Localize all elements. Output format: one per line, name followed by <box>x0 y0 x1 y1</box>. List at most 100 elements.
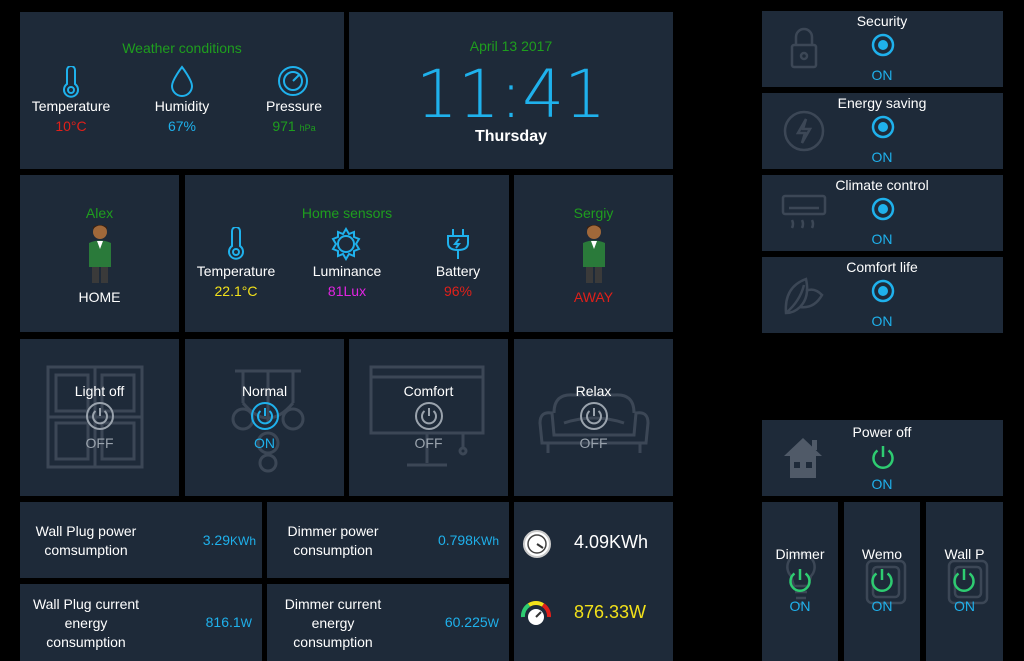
mode-state: ON <box>871 67 893 83</box>
person-status: AWAY <box>573 289 614 305</box>
sensor-battery-label: Battery <box>435 263 481 279</box>
energy-tile-dimmer-power: Dimmer power consumption 0.798KWh <box>267 502 509 578</box>
mode-label: Comfort life <box>846 259 918 275</box>
energy-label: Dimmer current energy consumption <box>267 595 399 652</box>
device-state: ON <box>789 598 811 614</box>
energy-label: Wall Plug current energy consumption <box>20 595 152 652</box>
scene-label: Relax <box>575 383 612 399</box>
energy-label-line: energy <box>64 615 108 631</box>
mode-tile-comfort-life[interactable]: Comfort life ON <box>762 257 1003 333</box>
device-state: ON <box>871 598 893 614</box>
mode-label: Energy saving <box>837 95 927 111</box>
clock-time: 11:41 <box>415 56 607 133</box>
home-sensors-title: Home sensors <box>301 205 393 221</box>
mode-tile-energy-saving[interactable]: Energy saving ON <box>762 93 1003 169</box>
weather-humidity-value: 67% <box>167 118 197 134</box>
energy-label-line: Dimmer power <box>287 523 379 539</box>
power-icon[interactable] <box>868 566 896 594</box>
power-off-label: Power off <box>852 424 912 440</box>
sun-icon <box>329 227 363 261</box>
radio-on-icon[interactable] <box>871 279 895 303</box>
weather-pressure-value: 971 <box>272 118 296 134</box>
mode-tile-climate-control[interactable]: Climate control ON <box>762 175 1003 251</box>
energy-unit: W <box>487 616 499 630</box>
energy-number: 3.29 <box>202 532 230 548</box>
energy-value: 0.798KWh <box>417 532 499 548</box>
energy-unit: KWh <box>472 534 499 548</box>
plug-icon <box>443 227 473 261</box>
person-name: Sergiy <box>573 205 614 221</box>
clock-day: Thursday <box>474 128 547 145</box>
power-off-tile[interactable]: Power off ON <box>762 420 1003 496</box>
scene-state: ON <box>254 435 275 451</box>
device-tile-wemo[interactable]: Wemo ON <box>844 502 920 661</box>
air-conditioner-icon <box>780 193 828 233</box>
weather-pressure-readout: 971 hPa <box>244 118 344 134</box>
power-off-state: ON <box>871 476 893 492</box>
sensor-temperature-value: 22.1°C <box>214 283 258 299</box>
scene-label: Light off <box>74 383 125 399</box>
scene-tile-light-off[interactable]: Light off OFF <box>20 339 179 496</box>
scene-tile-comfort[interactable]: Comfort OFF <box>349 339 508 496</box>
weather-humidity-label: Humidity <box>154 98 210 114</box>
energy-label-line: Wall Plug power <box>35 523 137 539</box>
radio-on-icon[interactable] <box>871 33 895 57</box>
scene-label: Comfort <box>403 383 454 399</box>
energy-label: Wall Plug power comsumption <box>24 522 148 560</box>
energy-tile-wall-plug-power: Wall Plug power comsumption 3.29KWh <box>20 502 262 578</box>
energy-number: 816.1 <box>205 614 241 630</box>
power-icon[interactable] <box>414 401 444 431</box>
person-tile-alex[interactable]: Alex HOME <box>20 175 179 332</box>
power-icon[interactable] <box>579 401 609 431</box>
energy-tile-dimmer-current: Dimmer current energy consumption 60.225… <box>267 584 509 661</box>
energy-value: 3.29KWh <box>180 532 256 548</box>
mode-label: Security <box>856 13 908 29</box>
scene-state: OFF <box>85 435 114 451</box>
energy-label-line: Dimmer current <box>284 596 382 612</box>
scene-tile-normal[interactable]: Normal ON <box>185 339 344 496</box>
energy-label-line: Wall Plug current <box>32 596 140 612</box>
power-icon[interactable] <box>869 443 897 471</box>
radio-on-icon[interactable] <box>871 115 895 139</box>
power-icon[interactable] <box>950 566 978 594</box>
sensor-temperature-label: Temperature <box>196 263 276 279</box>
device-tile-wall-plug[interactable]: Wall P ON <box>926 502 1003 661</box>
lock-icon <box>788 27 820 71</box>
meter-icon <box>522 529 552 559</box>
device-tile-dimmer[interactable]: Dimmer ON <box>762 502 838 661</box>
person-tile-sergiy[interactable]: Sergiy AWAY <box>514 175 673 332</box>
person-status: HOME <box>78 289 121 305</box>
energy-value: 60.225W <box>417 614 499 630</box>
mode-label: Climate control <box>835 177 929 193</box>
mode-state: ON <box>871 231 893 247</box>
energy-label-line: consumption <box>293 542 373 558</box>
energy-label-line: comsumption <box>44 542 128 558</box>
power-icon[interactable] <box>786 566 814 594</box>
sensor-luminance-value: 81Lux <box>327 283 367 299</box>
mode-tile-security[interactable]: Security ON <box>762 11 1003 87</box>
energy-label: Dimmer power consumption <box>271 522 395 560</box>
energy-value: 816.1W <box>180 614 252 630</box>
weather-pressure-label: Pressure <box>265 98 323 114</box>
weather-temperature-value: 10°C <box>55 118 87 134</box>
power-icon[interactable] <box>250 401 280 431</box>
speedometer-icon <box>520 599 552 627</box>
device-label: Wall P <box>944 546 985 562</box>
scene-state: OFF <box>414 435 443 451</box>
scene-tile-relax[interactable]: Relax OFF <box>514 339 673 496</box>
weather-pressure-unit: hPa <box>299 123 316 133</box>
weather-tile: Weather conditions Temperature 10°C Humi… <box>20 12 344 169</box>
total-energy-value: 4.09KWh <box>574 532 649 552</box>
radio-on-icon[interactable] <box>871 197 895 221</box>
lightning-icon <box>782 109 826 153</box>
energy-label-line: consumption <box>46 634 126 650</box>
power-icon[interactable] <box>85 401 115 431</box>
sensor-luminance-label: Luminance <box>312 263 382 279</box>
person-avatar-icon <box>85 223 115 287</box>
droplet-icon <box>168 64 196 98</box>
energy-label-line: consumption <box>293 634 373 650</box>
thermometer-icon <box>223 227 249 261</box>
energy-number: 60.225 <box>444 614 488 630</box>
scene-state: OFF <box>579 435 608 451</box>
home-sensors-tile: Home sensors Temperature 22.1°C Luminanc… <box>185 175 509 332</box>
